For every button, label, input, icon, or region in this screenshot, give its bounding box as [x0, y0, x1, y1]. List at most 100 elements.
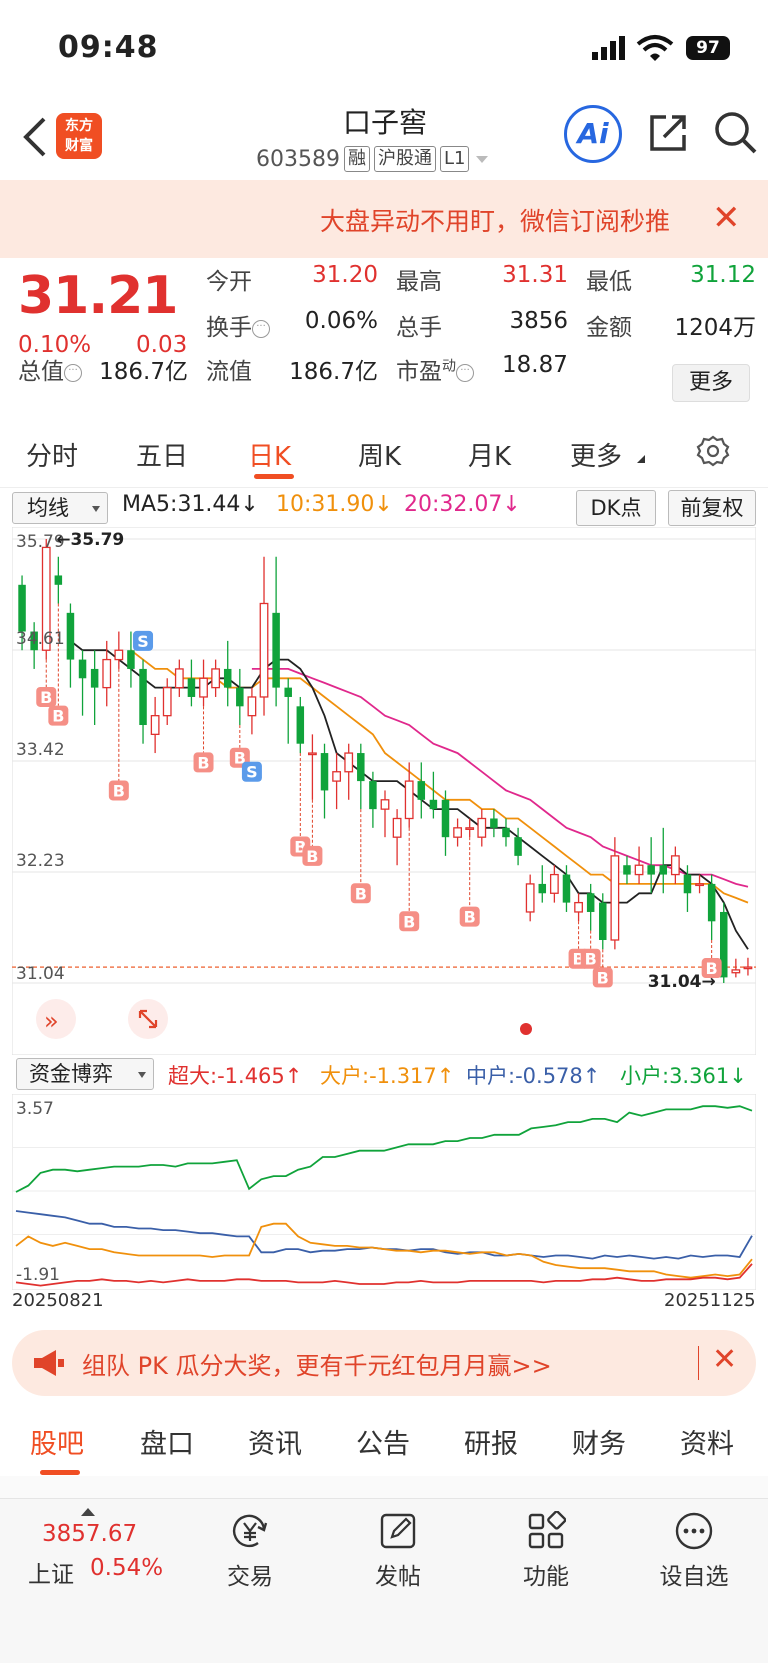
- dropdown-triangle-icon[interactable]: [473, 152, 491, 166]
- high-value: 31.31: [502, 262, 568, 288]
- fund-selector[interactable]: 资金博弈: [16, 1058, 154, 1090]
- info-icon: ···: [456, 364, 474, 382]
- candle-body: [247, 696, 257, 717]
- tab-weekly-k[interactable]: 周K: [358, 436, 401, 473]
- tab-intraday[interactable]: 分时: [26, 436, 78, 473]
- candle-body: [18, 584, 26, 632]
- promo-text[interactable]: 组队 PK 瓜分大奖，更有千元红包月月赢>>: [82, 1346, 552, 1381]
- adjust-button[interactable]: 前复权: [668, 490, 756, 526]
- dropdown-triangle-icon: [92, 506, 100, 512]
- more-button[interactable]: 更多: [672, 364, 750, 402]
- turnover-value: 0.06%: [304, 308, 378, 334]
- candle-body: [308, 752, 317, 756]
- candle-body: [114, 649, 124, 661]
- notice-text[interactable]: 大盘异动不用盯，微信订阅秒推: [320, 202, 692, 238]
- candle-body: [562, 874, 571, 903]
- ma10-value: 10:31.90↓: [276, 492, 393, 517]
- promo-close-icon[interactable]: ✕: [712, 1342, 737, 1377]
- notice-close-icon[interactable]: ✕: [712, 198, 741, 238]
- tab-monthly-k[interactable]: 月K: [468, 436, 511, 473]
- fund-flow-row: 资金博弈 超大:-1.465↑ 大户:-1.317↑ 中户:-0.578↑ 小户…: [0, 1056, 768, 1096]
- tab-announcements[interactable]: 公告: [356, 1422, 410, 1461]
- index-value[interactable]: 3857.67: [42, 1521, 137, 1547]
- start-date: 20250821: [12, 1290, 104, 1311]
- tab-forum[interactable]: 股吧: [30, 1422, 84, 1461]
- candle-body: [453, 827, 462, 838]
- megaphone-icon: [34, 1350, 64, 1376]
- current-price: 31.21: [18, 266, 178, 326]
- trade-button[interactable]: 交易: [200, 1511, 300, 1591]
- ai-assistant-button[interactable]: Ai: [564, 105, 622, 163]
- functions-button[interactable]: 功能: [496, 1511, 596, 1591]
- gear-icon[interactable]: [696, 434, 730, 468]
- candle-body: [78, 659, 87, 679]
- corner-triangle-icon: [637, 455, 645, 463]
- add-watchlist-button[interactable]: 设自选: [644, 1511, 744, 1591]
- record-dot: [520, 1023, 532, 1035]
- ma-selector[interactable]: 均线: [12, 492, 108, 524]
- candle-body: [538, 883, 547, 894]
- tab-research[interactable]: 研报: [464, 1422, 518, 1461]
- tab-profile[interactable]: 资料: [680, 1422, 734, 1461]
- sell-marker-label: S: [137, 632, 149, 651]
- tab-orderbook[interactable]: 盘口: [140, 1422, 194, 1461]
- volume-value: 3856: [509, 308, 568, 334]
- info-icon: ···: [64, 364, 82, 382]
- search-icon[interactable]: [712, 109, 758, 157]
- candle-body: [211, 668, 221, 689]
- wifi-icon: [636, 35, 674, 61]
- candle-body: [272, 612, 280, 688]
- tag-margin: 融: [343, 146, 370, 172]
- tab-more[interactable]: 更多: [570, 436, 622, 473]
- pe-value: 18.87: [502, 352, 568, 378]
- tab-news[interactable]: 资讯: [248, 1422, 302, 1461]
- index-name[interactable]: 上证: [28, 1555, 74, 1589]
- candle-body: [236, 687, 244, 707]
- candle-body: [90, 668, 99, 688]
- dk-point-button[interactable]: DK点: [576, 490, 656, 526]
- promo-divider: [698, 1346, 699, 1380]
- tab-five-day[interactable]: 五日: [136, 436, 188, 473]
- candle-body: [417, 781, 426, 800]
- candle-body: [199, 677, 208, 698]
- float-value: 186.7亿: [289, 359, 378, 385]
- float-label: 流值: [206, 359, 252, 385]
- low-label: 最低: [586, 269, 632, 295]
- candle-body: [150, 715, 160, 736]
- candle-body: [139, 668, 147, 726]
- promo-banner[interactable]: 组队 PK 瓜分大奖，更有千元红包月月赢>> ✕: [12, 1330, 756, 1396]
- buy-marker-label: B: [355, 884, 367, 903]
- candle-body: [187, 678, 196, 697]
- candle-body: [380, 799, 390, 810]
- fund-flow-chart[interactable]: 3.57 -1.91: [12, 1094, 756, 1290]
- candle-body: [743, 966, 753, 970]
- amount-value: 1204万: [674, 315, 756, 341]
- index-percent[interactable]: 0.54%: [90, 1555, 163, 1581]
- share-icon[interactable]: [646, 111, 690, 155]
- large-value: 大户:-1.317↑: [320, 1064, 455, 1088]
- candle-body: [357, 753, 365, 782]
- post-button[interactable]: 发帖: [348, 1511, 448, 1591]
- low-value: 31.12: [690, 262, 756, 288]
- tab-financials[interactable]: 财务: [572, 1422, 626, 1461]
- eastmoney-logo: 东方 财富: [56, 113, 102, 159]
- notice-banner[interactable]: 大盘异动不用盯，微信订阅秒推 ✕: [0, 180, 768, 258]
- buy-marker-label: B: [113, 781, 125, 800]
- candle-body: [259, 602, 269, 698]
- y-tick-label: 33.42: [16, 740, 65, 760]
- status-bar: 09:48 97: [0, 0, 768, 95]
- candle-body: [647, 865, 655, 875]
- candle-body: [441, 799, 450, 838]
- y-tick-label: 32.23: [16, 851, 65, 871]
- pe-label: 市盈动 ···: [396, 352, 474, 386]
- candle-body: [162, 686, 172, 717]
- tab-daily-k[interactable]: 日K: [248, 436, 291, 473]
- back-arrow-icon[interactable]: [18, 115, 50, 159]
- candle-body: [599, 902, 607, 941]
- candle-body: [610, 855, 620, 941]
- kline-chart[interactable]: BBBB BB BBB BB BB BSS 35.7934.6133.4232.2331.…: [12, 527, 756, 1055]
- candle-body: [623, 865, 631, 875]
- end-date: 20251125: [664, 1290, 756, 1311]
- candle-body: [320, 753, 329, 791]
- stock-code: 603589: [256, 146, 340, 172]
